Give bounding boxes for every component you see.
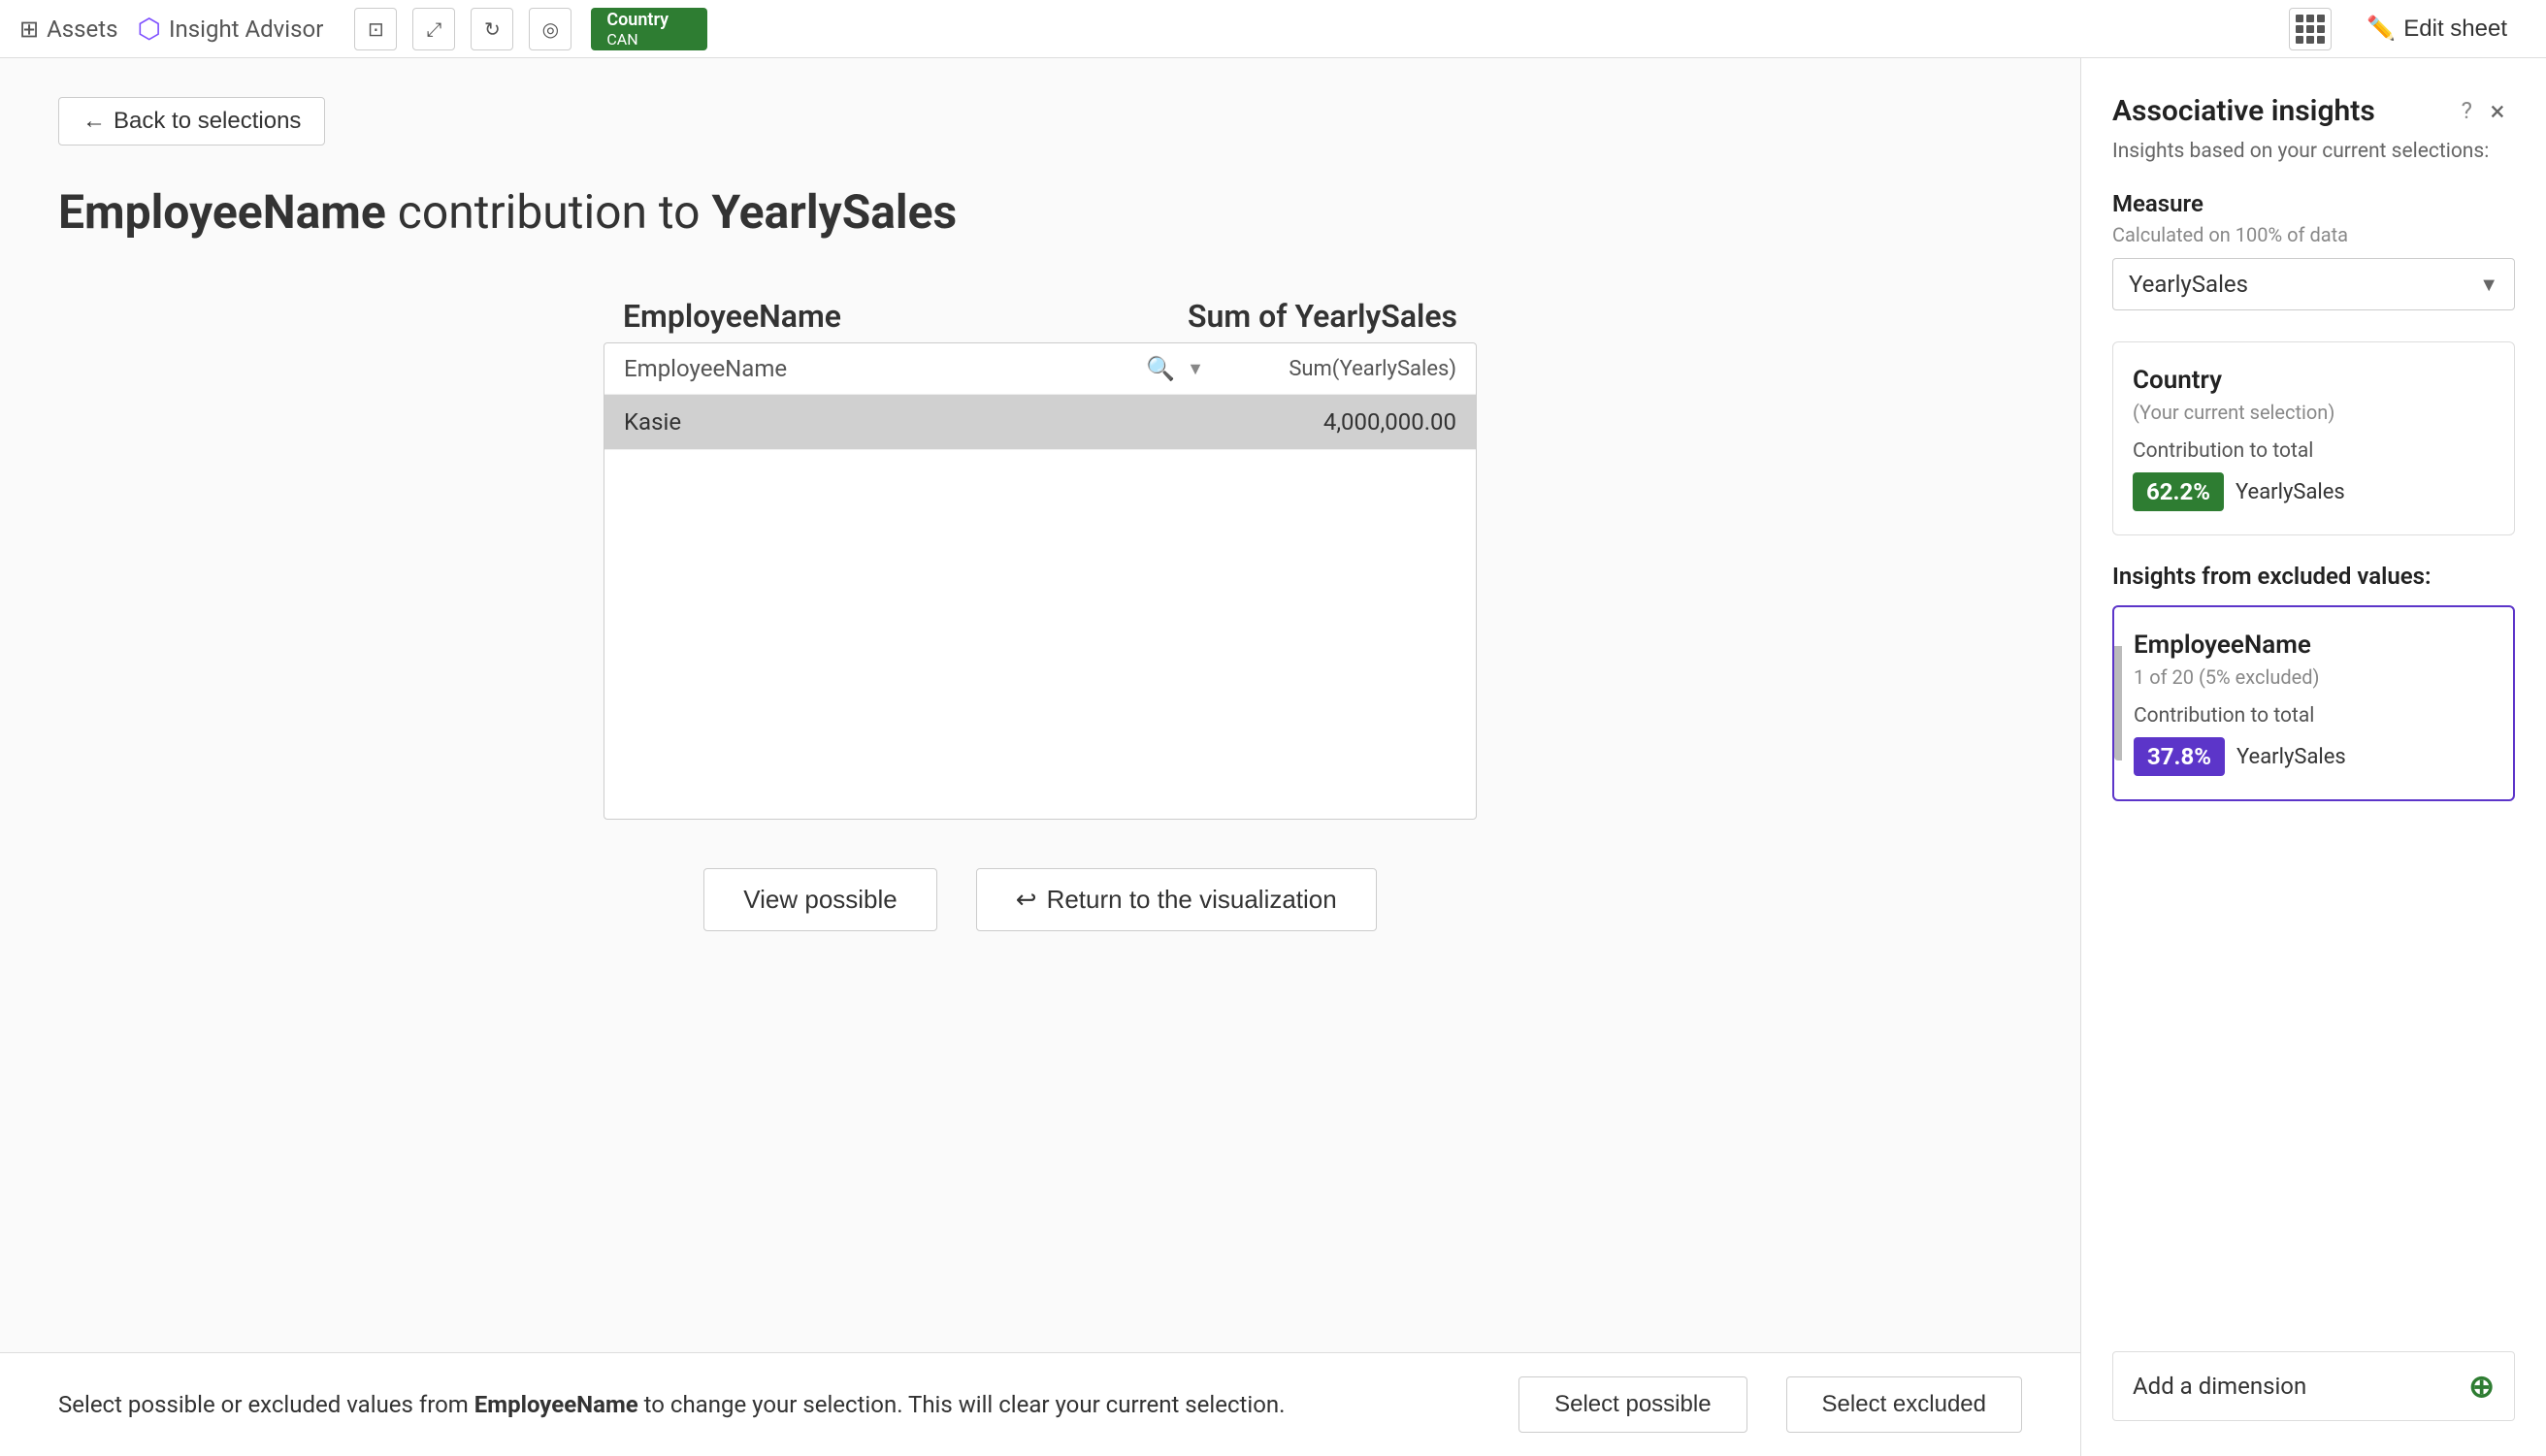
table-search-label: EmployeeName	[624, 355, 1146, 382]
current-contrib-measure: YearlySales	[2236, 480, 2345, 504]
excluded-card-subtitle: 1 of 20 (5% excluded)	[2134, 665, 2494, 689]
insight-advisor-tab[interactable]: ⬡ Insight Advisor	[138, 13, 324, 45]
select-possible-label: Select possible	[1554, 1391, 1711, 1417]
return-visualization-button[interactable]: ↩ Return to the visualization	[976, 868, 1377, 931]
edit-icon: ✏️	[2366, 15, 2396, 43]
assets-tab[interactable]: ⊞ Assets	[19, 16, 118, 43]
topbar: ⊞ Assets ⬡ Insight Advisor ⊡ ⤢ ↻ ◎ Count…	[0, 0, 2546, 58]
measure-value: YearlySales	[2129, 271, 2248, 298]
sidebar-header: Associative insights ? ×	[2112, 93, 2515, 128]
excluded-contrib-label: Contribution to total	[2134, 704, 2494, 728]
cell-employee-name: Kasie	[624, 408, 1204, 436]
zoom-fit-icon[interactable]: ⊡	[354, 8, 397, 50]
table-empty-area	[604, 450, 1476, 819]
expand-icon[interactable]: ⤢	[412, 8, 455, 50]
grid-dots-icon	[2296, 15, 2325, 44]
select-excluded-label: Select excluded	[1822, 1391, 1986, 1417]
measure-sublabel: Calculated on 100% of data	[2112, 223, 2515, 246]
table-container: EmployeeName Sum of YearlySales Employee…	[604, 298, 1477, 931]
edit-sheet-label: Edit sheet	[2403, 16, 2507, 43]
sidebar-spacer	[2112, 821, 2515, 1351]
topbar-right: ✏️ Edit sheet	[2289, 7, 2527, 50]
current-contrib-row: 62.2% YearlySales	[2133, 472, 2495, 511]
cell-sales-value: 4,000,000.00	[1204, 408, 1456, 436]
bottom-text-prefix: Select possible or excluded values from	[58, 1391, 474, 1418]
table-search-row: EmployeeName 🔍 ▼ Sum(YearlySales)	[604, 343, 1476, 395]
bottom-text-field: EmployeeName	[474, 1391, 638, 1418]
bottom-text-suffix: to change your selection. This will clea…	[638, 1391, 1286, 1418]
current-selection-title: Country	[2133, 366, 2495, 395]
content-area: ← Back to selections EmployeeName contri…	[0, 58, 2080, 1456]
table-row[interactable]: Kasie 4,000,000.00	[604, 395, 1476, 450]
return-visualization-label: Return to the visualization	[1047, 885, 1337, 915]
selection-value: CAN	[606, 30, 637, 49]
current-selection-card: Country (Your current selection) Contrib…	[2112, 341, 2515, 535]
bottom-bar: Select possible or excluded values from …	[0, 1352, 2080, 1456]
selection-pill[interactable]: Country CAN	[591, 8, 707, 50]
table-search-icon[interactable]: 🔍	[1146, 355, 1175, 382]
sidebar-subtitle: Insights based on your current selection…	[2112, 140, 2515, 163]
page-title: EmployeeName contribution to YearlySales	[58, 184, 2022, 240]
measure-dropdown-arrow: ▼	[2479, 273, 2498, 297]
current-contrib-badge: 62.2%	[2133, 472, 2224, 511]
toolbar-icons: ⊡ ⤢ ↻ ◎	[354, 8, 571, 50]
excluded-contrib-row: 37.8% YearlySales	[2134, 737, 2494, 776]
view-possible-label: View possible	[743, 885, 898, 915]
action-buttons: View possible ↩ Return to the visualizat…	[604, 868, 1477, 931]
select-possible-button[interactable]: Select possible	[1518, 1376, 1746, 1433]
return-icon: ↩	[1016, 885, 1037, 915]
main-layout: ← Back to selections EmployeeName contri…	[0, 58, 2546, 1456]
sidebar-close-button[interactable]: ×	[2480, 93, 2515, 128]
table-headers: EmployeeName Sum of YearlySales	[604, 298, 1477, 335]
add-dimension-label: Add a dimension	[2133, 1373, 2306, 1400]
back-button-label: Back to selections	[114, 108, 301, 135]
add-dimension-icon: ⊕	[2468, 1368, 2495, 1405]
excluded-section-label: Insights from excluded values:	[2112, 563, 2515, 590]
col-measure-header: Sum of YearlySales	[1147, 298, 1457, 335]
page-title-dimension: EmployeeName	[58, 184, 386, 240]
assets-label: Assets	[47, 16, 117, 43]
excluded-card-title: EmployeeName	[2134, 631, 2494, 660]
page-title-middle: contribution to	[386, 184, 712, 240]
table-sort-icon[interactable]: ▼	[1187, 359, 1204, 379]
col-dimension-header: EmployeeName	[623, 298, 1147, 335]
rotate-icon[interactable]: ↻	[471, 8, 513, 50]
back-arrow-icon: ←	[82, 108, 106, 135]
sidebar-title: Associative insights	[2112, 94, 2375, 128]
insight-icon: ⬡	[138, 13, 161, 45]
selection-field: Country	[606, 10, 669, 30]
current-selection-subtitle: (Your current selection)	[2133, 401, 2495, 424]
grid-view-btn[interactable]	[2289, 8, 2332, 50]
measure-select[interactable]: YearlySales ▼	[2112, 258, 2515, 310]
back-to-selections-button[interactable]: ← Back to selections	[58, 97, 325, 146]
insight-label: Insight Advisor	[169, 16, 323, 43]
sidebar-help-icon[interactable]: ?	[2462, 97, 2472, 124]
edit-sheet-button[interactable]: ✏️ Edit sheet	[2347, 7, 2527, 50]
assets-icon: ⊞	[19, 16, 39, 43]
excluded-contrib-badge: 37.8%	[2134, 737, 2225, 776]
measure-section-label: Measure	[2112, 190, 2515, 217]
table-box: EmployeeName 🔍 ▼ Sum(YearlySales) Kasie …	[604, 342, 1477, 820]
excluded-card[interactable]: EmployeeName 1 of 20 (5% excluded) Contr…	[2112, 605, 2515, 801]
select-excluded-button[interactable]: Select excluded	[1786, 1376, 2022, 1433]
excluded-mini-bar	[2114, 646, 2122, 760]
excluded-contrib-measure: YearlySales	[2236, 745, 2346, 769]
current-contrib-label: Contribution to total	[2133, 439, 2495, 463]
view-possible-button[interactable]: View possible	[703, 868, 937, 931]
table-col-measure-header: Sum(YearlySales)	[1204, 357, 1456, 381]
target-icon[interactable]: ◎	[529, 8, 571, 50]
page-title-measure: YearlySales	[711, 184, 957, 240]
sidebar: Associative insights ? × Insights based …	[2080, 58, 2546, 1456]
bottom-bar-text: Select possible or excluded values from …	[58, 1391, 1480, 1418]
add-dimension-row[interactable]: Add a dimension ⊕	[2112, 1351, 2515, 1421]
